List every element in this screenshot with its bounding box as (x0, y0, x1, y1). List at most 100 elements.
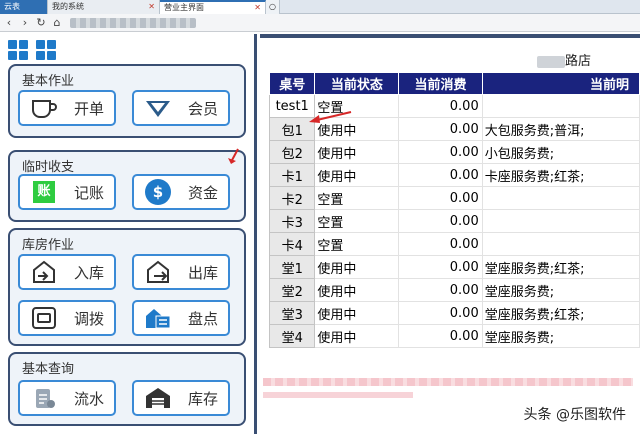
table-number-cell[interactable]: 堂1 (268, 255, 316, 279)
detail-cell (482, 232, 640, 256)
table-row[interactable]: 卡4 空置 0.00 (268, 232, 640, 256)
transfer-button[interactable]: 调拨 (18, 300, 116, 336)
detail-cell: 堂座服务费; (482, 324, 640, 348)
detail-cell (482, 186, 640, 210)
table-number-cell[interactable]: 卡1 (268, 163, 316, 187)
button-label: 出库 (187, 263, 218, 282)
detail-cell: 大包服务费;普洱; (482, 117, 640, 141)
button-label: 盘点 (187, 309, 218, 328)
button-label: 开单 (73, 99, 104, 118)
column-header[interactable]: 当前消费 (398, 72, 483, 95)
status-cell: 使用中 (314, 163, 400, 187)
table-number-cell[interactable]: 堂2 (268, 278, 316, 302)
status-cell: 使用中 (314, 301, 400, 325)
table-row[interactable]: 堂2 使用中 0.00 堂座服务费; (268, 278, 640, 302)
tab-label: 我的系统 (52, 2, 84, 11)
funds-button[interactable]: $ 资金 (132, 174, 230, 210)
coffee-cup-icon (30, 96, 58, 120)
status-cell: 使用中 (314, 324, 400, 348)
red-arrow-icon (228, 148, 239, 164)
group-title: 基本作业 (22, 74, 75, 89)
amount-cell: 0.00 (398, 278, 483, 302)
chevron-left-icon[interactable]: ‹ (2, 16, 16, 30)
table-number-cell[interactable]: 卡2 (268, 186, 316, 210)
transfer-icon (30, 306, 58, 330)
status-cell: 空置 (314, 232, 400, 256)
column-header[interactable]: 桌号 (268, 72, 316, 95)
button-label: 库存 (187, 389, 218, 408)
tab-business-main[interactable]: 营业主界面 ✕ (160, 0, 266, 14)
stock-in-icon (30, 260, 58, 284)
url-field[interactable] (70, 17, 196, 28)
warehouse-icon (144, 386, 172, 410)
member-button[interactable]: 会员 (132, 90, 230, 126)
button-label: 会员 (187, 99, 218, 118)
group-title: 基本查询 (22, 362, 75, 377)
chevron-right-icon[interactable]: › (18, 16, 32, 30)
journal-icon (30, 386, 58, 410)
stock-button[interactable]: 库存 (132, 380, 230, 416)
browser-tab-strip: 云表 我的系统 ✕ 营业主界面 ✕ ○ (0, 0, 640, 14)
table-row[interactable]: 堂3 使用中 0.00 堂座服务费;红茶; (268, 301, 640, 325)
amount-cell: 0.00 (398, 232, 483, 256)
journal-button[interactable]: 流水 (18, 380, 116, 416)
amount-cell: 0.00 (398, 94, 483, 118)
button-label: 资金 (187, 183, 218, 202)
column-header[interactable]: 当前状态 (314, 72, 400, 95)
button-label: 入库 (73, 263, 104, 282)
table-body: test1 空置 0.00 包1 使用中 0.00 大包服务费;普洱; 包2 使用中 0.00 小包… (268, 94, 640, 348)
table-row[interactable]: 卡2 空置 0.00 (268, 186, 640, 210)
status-cell: 使用中 (314, 255, 400, 279)
table-header-row: 桌号 当前状态 当前消费 当前明 (268, 72, 640, 95)
detail-cell: 堂座服务费;红茶; (482, 301, 640, 325)
record-account-button[interactable]: 账 记账 (18, 174, 116, 210)
amount-cell: 0.00 (398, 186, 483, 210)
status-cell: 空置 (314, 209, 400, 233)
column-header[interactable]: 当前明 (481, 72, 640, 95)
amount-cell: 0.00 (398, 324, 483, 348)
app-grid-icon[interactable] (36, 40, 56, 60)
amount-cell: 0.00 (398, 140, 483, 164)
dollar-coin-icon: $ (144, 179, 172, 205)
table-number-cell[interactable]: 堂3 (268, 301, 316, 325)
table-number-cell[interactable]: 卡4 (268, 232, 316, 256)
table-number-cell[interactable]: 堂4 (268, 324, 316, 348)
table-row[interactable]: 卡3 空置 0.00 (268, 209, 640, 233)
table-number-cell[interactable]: 包2 (268, 140, 316, 164)
open-bill-button[interactable]: 开单 (18, 90, 116, 126)
table-row[interactable]: 卡1 使用中 0.00 卡座服务费;红茶; (268, 163, 640, 187)
tab-label: 云表 (4, 2, 20, 11)
inventory-count-button[interactable]: 盘点 (132, 300, 230, 336)
diamond-icon (144, 96, 172, 120)
table-row[interactable]: 包2 使用中 0.00 小包服务费; (268, 140, 640, 164)
stock-out-icon (144, 260, 172, 284)
amount-cell: 0.00 (398, 255, 483, 279)
panel-top-border (260, 34, 640, 38)
amount-cell: 0.00 (398, 301, 483, 325)
button-label: 流水 (73, 389, 104, 408)
home-icon[interactable]: ⌂ (50, 16, 64, 30)
close-icon[interactable]: ✕ (254, 2, 261, 14)
group-warehouse-ops: 库房作业 入库 出库 调拨 盘点 (8, 228, 246, 346)
button-label: 调拨 (73, 309, 104, 328)
new-tab-button[interactable]: ○ (266, 0, 280, 14)
status-cell: 使用中 (314, 140, 400, 164)
shop-name: 路店 (537, 50, 591, 69)
stock-out-button[interactable]: 出库 (132, 254, 230, 290)
refresh-icon[interactable]: ↻ (34, 16, 48, 30)
redacted-text (263, 392, 413, 398)
tab-yunbiao[interactable]: 云表 (0, 0, 48, 14)
detail-cell: 卡座服务费;红茶; (482, 163, 640, 187)
button-label: 记账 (73, 183, 104, 202)
left-panel: 基本作业 开单 会员 临时收支 账 记账 $ 资金 库房作业 入库 出库 调拨 … (0, 34, 252, 434)
table-number-cell[interactable]: 卡3 (268, 209, 316, 233)
amount-cell: 0.00 (398, 117, 483, 141)
table-row[interactable]: 堂1 使用中 0.00 堂座服务费;红茶; (268, 255, 640, 279)
group-basic-ops: 基本作业 开单 会员 (8, 64, 246, 138)
stock-in-button[interactable]: 入库 (18, 254, 116, 290)
shop-name-text: 路店 (565, 54, 592, 69)
app-grid-icon[interactable] (8, 40, 28, 60)
close-icon[interactable]: ✕ (148, 0, 155, 14)
tab-my-system[interactable]: 我的系统 ✕ (48, 0, 160, 14)
table-row[interactable]: 堂4 使用中 0.00 堂座服务费; (268, 324, 640, 348)
